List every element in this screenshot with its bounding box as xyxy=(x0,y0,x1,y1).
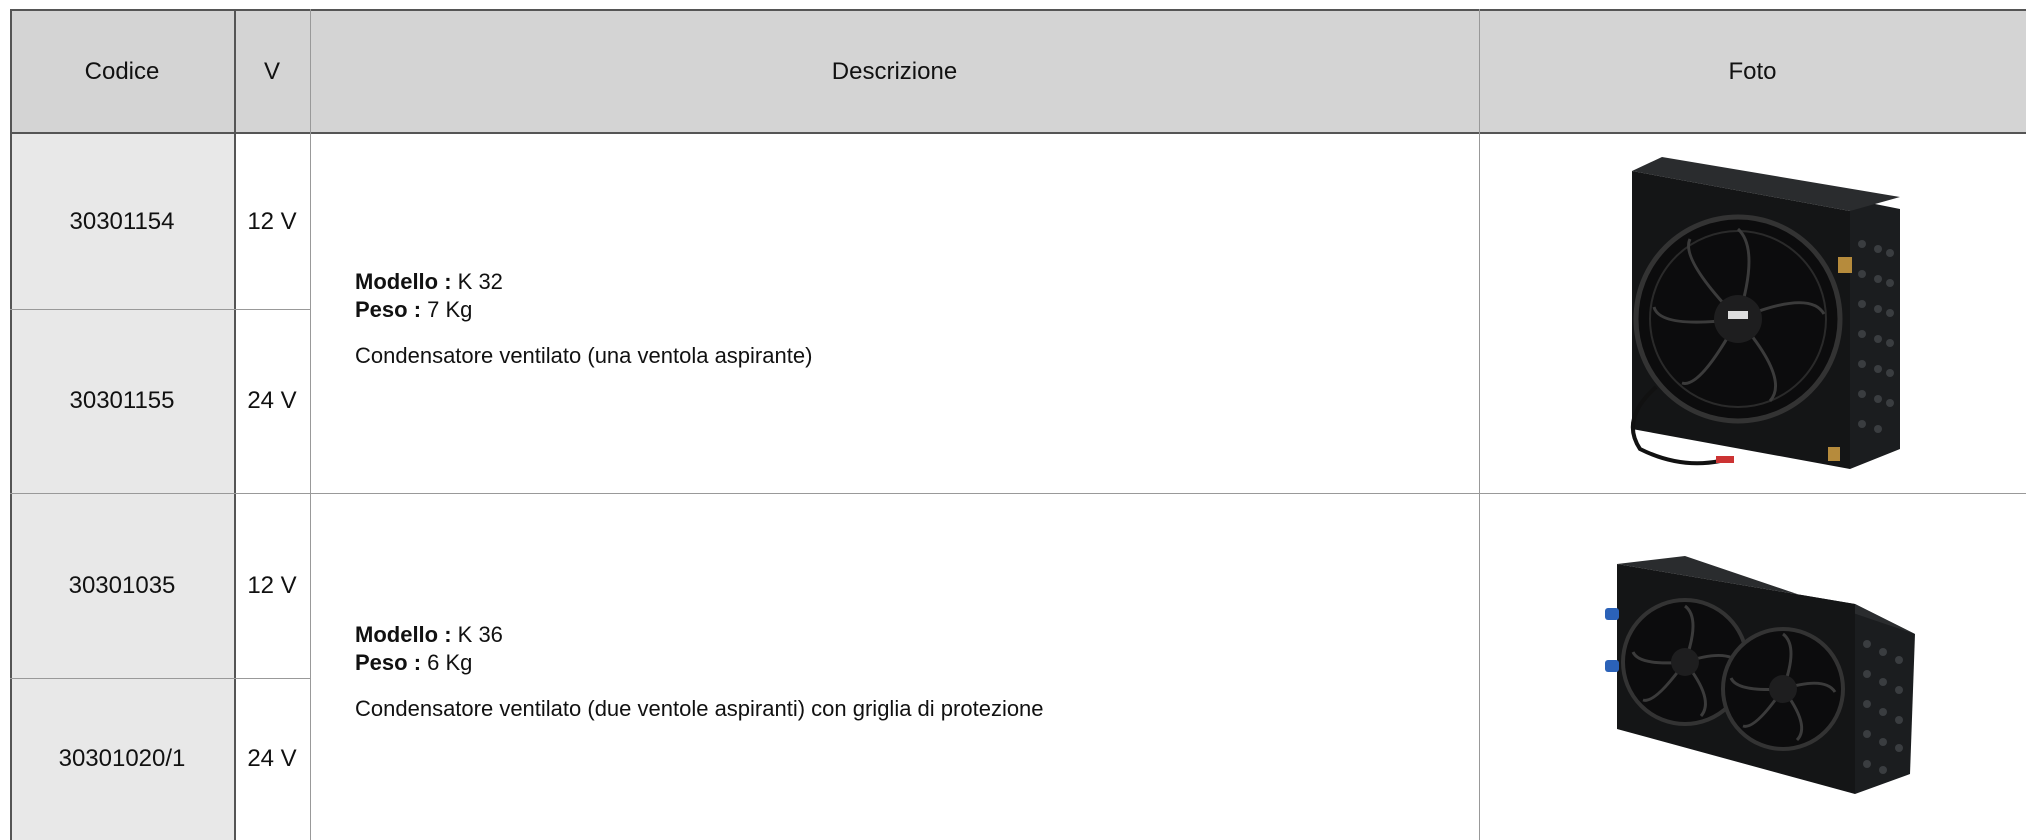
model-value: K 36 xyxy=(451,622,503,647)
table-row-code: 30301155 xyxy=(10,309,234,493)
table-row-code: 30301154 xyxy=(10,134,234,309)
description-cell: Modello : K 32 Peso : 7 Kg Condensatore … xyxy=(310,134,1479,493)
table-row-code: 30301020/1 xyxy=(10,678,234,840)
model-line: Modello : K 36 xyxy=(355,621,503,649)
weight-line: Peso : 7 Kg xyxy=(355,296,472,324)
row-divider xyxy=(10,678,310,679)
table-row-voltage: 12 V xyxy=(247,207,297,235)
description-text: Condensatore ventilato (due ventole aspi… xyxy=(355,696,1044,721)
weight-value: 7 Kg xyxy=(421,297,473,322)
product-table: Codice V Descrizione Foto 30301154 12 V … xyxy=(10,9,2026,840)
weight-label: Peso : xyxy=(355,297,422,322)
header-descrizione: Descrizione xyxy=(310,9,1479,134)
description-cell: Modello : K 36 Peso : 6 Kg Condensatore … xyxy=(310,493,1479,840)
description-text: Condensatore ventilato (una ventola aspi… xyxy=(355,343,813,368)
table-row-code: 30301035 xyxy=(10,493,234,678)
model-label: Modello : xyxy=(355,622,452,647)
double-fan-condenser-photo xyxy=(1605,544,1925,804)
single-fan-condenser-photo xyxy=(1610,139,1910,489)
model-label: Modello : xyxy=(355,269,452,294)
header-voltage: V xyxy=(234,9,310,134)
table-border-left xyxy=(10,9,12,840)
weight-value: 6 Kg xyxy=(421,650,473,675)
table-row-voltage: 24 V xyxy=(247,745,297,772)
table-row-voltage: 12 V xyxy=(247,571,297,599)
model-value: K 32 xyxy=(451,269,503,294)
header-codice: Codice xyxy=(10,9,234,134)
column-divider xyxy=(310,9,311,840)
table-row-voltage: 24 V xyxy=(247,387,297,414)
column-divider xyxy=(1479,9,1480,840)
weight-line: Peso : 6 Kg xyxy=(355,649,472,677)
weight-label: Peso : xyxy=(355,650,422,675)
row-divider xyxy=(10,309,310,310)
group-divider xyxy=(10,493,2026,494)
model-line: Modello : K 32 xyxy=(355,268,503,296)
column-divider xyxy=(234,9,236,840)
header-foto: Foto xyxy=(1479,9,2026,134)
